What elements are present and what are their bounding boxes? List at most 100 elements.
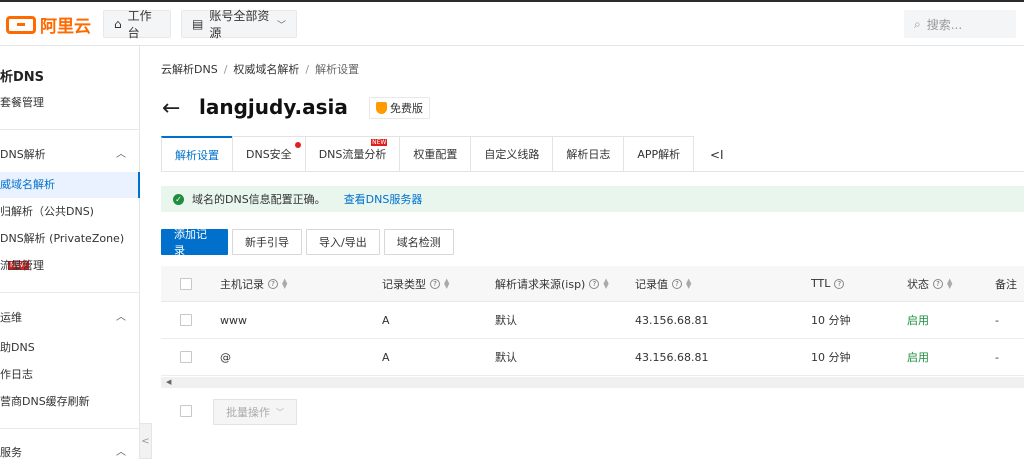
cell-note: - xyxy=(995,313,999,327)
breadcrumb-item[interactable]: 云解析DNS xyxy=(161,63,218,76)
records-table: 主机记录? ▲ ▼ 记录类型? ▲ ▼ 解析请求来源(isp)? ▲ ▼ 记录值? ▲ ▼ TT… xyxy=(161,266,1024,376)
resources-dropdown[interactable]: ▤ 账号全部资源 ﹀ xyxy=(181,9,297,40)
column-header-label: 状态 xyxy=(907,277,929,291)
cell-status: 启用 xyxy=(907,351,929,364)
sidebar-item-authoritative[interactable]: 威域名解析 xyxy=(0,172,140,198)
notification-dot xyxy=(294,142,301,148)
sidebar-item-label: DNS解析 (PrivateZone) xyxy=(0,232,125,245)
cell-isp: 默认 xyxy=(495,314,517,327)
tab-custom-line[interactable]: 自定义线路 xyxy=(470,136,553,172)
tab-dns-security[interactable]: DNS安全 xyxy=(232,136,305,172)
cell-value: 43.156.68.81 xyxy=(635,313,709,327)
workbench-button[interactable]: ⌂ 工作台 xyxy=(103,9,171,40)
sidebar-divider xyxy=(0,428,140,429)
tab-label: DNS流量分析 xyxy=(318,148,387,161)
add-record-button[interactable]: 添加记录 xyxy=(161,228,228,257)
tab-bar: 解析设置 DNS安全 DNS流量分析 NEW 权重配置 自定义线路 解析日志 AP… xyxy=(161,136,695,172)
cell-type: A xyxy=(382,350,390,364)
row-checkbox[interactable] xyxy=(180,339,192,375)
help-icon[interactable]: ? xyxy=(589,278,600,289)
help-icon[interactable]: ? xyxy=(672,278,682,289)
home-icon: ⌂ xyxy=(114,17,122,31)
record-toolbar: 添加记录 新手引导 导入/导出 域名检测 xyxy=(161,228,454,257)
sidebar-item-public-dns[interactable]: 归解析（公共DNS) xyxy=(0,199,140,225)
sidebar-group-dns[interactable]: DNS解析 ︿ xyxy=(0,142,140,168)
row-checkbox[interactable] xyxy=(180,302,192,338)
column-header-type: 记录类型? ▲ ▼ xyxy=(382,266,450,301)
sort-icon[interactable]: ▲ ▼ xyxy=(603,277,609,289)
sidebar-divider xyxy=(0,292,140,293)
tab-label: 自定义线路 xyxy=(484,148,540,161)
help-icon[interactable]: ? xyxy=(933,278,943,289)
sort-icon[interactable]: ▲ ▼ xyxy=(282,277,288,289)
check-circle-icon: ✓ xyxy=(173,193,184,205)
chevron-up-icon: ︿ xyxy=(116,149,126,160)
sidebar-item-cache-refresh[interactable]: 营商DNS缓存刷新 xyxy=(0,389,140,415)
sidebar-item-privatezone[interactable]: DNS解析 (PrivateZone)NEW xyxy=(0,226,140,270)
sidebar-group-ops[interactable]: 运维 ︿ xyxy=(0,305,140,331)
breadcrumb-current: 解析设置 xyxy=(315,63,360,76)
view-dns-servers-link[interactable]: 查看DNS服务器 xyxy=(344,191,423,207)
sidebar-divider xyxy=(0,129,140,130)
column-header-host[interactable]: 主机记录? ▲ ▼ xyxy=(220,266,288,301)
batch-select-checkbox[interactable] xyxy=(180,405,192,420)
back-arrow-icon[interactable]: ← xyxy=(162,96,180,121)
sort-icon[interactable]: ▲ ▼ xyxy=(947,277,953,289)
sidebar-collapse-button[interactable]: < xyxy=(140,423,152,459)
breadcrumb-item[interactable]: 权威域名解析 xyxy=(233,63,299,76)
shield-icon xyxy=(376,102,387,114)
workbench-label: 工作台 xyxy=(127,9,152,40)
tab-label: 权重配置 xyxy=(413,148,458,161)
search-icon: ⌕ xyxy=(914,16,921,31)
tab-weight-config[interactable]: 权重配置 xyxy=(399,136,471,172)
cell-ttl: 10 分钟 xyxy=(811,351,851,364)
sidebar-group-service[interactable]: 服务 ︿ xyxy=(0,440,140,466)
cell-host: @ xyxy=(220,350,231,364)
tab-label: APP解析 xyxy=(637,148,681,161)
success-alert: ✓ 域名的DNS信息配置正确。 查看DNS服务器 xyxy=(161,186,1024,212)
tab-label: DNS安全 xyxy=(246,148,292,161)
cell-note: - xyxy=(995,350,999,364)
tab-resolve-settings[interactable]: 解析设置 xyxy=(161,136,232,172)
sidebar-item-oplog[interactable]: 作日志 xyxy=(0,362,140,388)
tab-app-resolve[interactable]: APP解析 xyxy=(623,136,695,172)
sidebar-item-plan[interactable]: 套餐管理 xyxy=(0,90,140,116)
resources-label: 账号全部资源 xyxy=(209,9,270,40)
column-header-label: TTL xyxy=(811,277,831,290)
batch-operation-dropdown[interactable]: 批量操作 ﹀ xyxy=(213,399,297,425)
guide-button[interactable]: 新手引导 xyxy=(232,229,302,255)
plan-badge-label: 免费版 xyxy=(390,102,423,115)
help-icon[interactable]: ? xyxy=(834,278,845,289)
sidebar-group-label: 服务 xyxy=(0,446,22,459)
search-placeholder: 搜索... xyxy=(926,17,963,32)
tabs-scroll-left-button[interactable]: <I xyxy=(710,148,724,162)
sidebar-item-traffic[interactable]: 流量管理 xyxy=(0,253,140,279)
top-bar: 阿里云 ⌂ 工作台 ▤ 账号全部资源 ﹀ ⌕ 搜索... xyxy=(0,0,1024,46)
sidebar-group-label: DNS解析 xyxy=(0,148,46,161)
import-export-button[interactable]: 导入/导出 xyxy=(306,229,380,255)
column-header-label: 记录值 xyxy=(635,277,668,291)
server-icon: ▤ xyxy=(192,17,204,31)
horizontal-scrollbar[interactable]: ◀ xyxy=(161,377,1024,388)
new-badge: NEW xyxy=(371,139,388,146)
scroll-left-icon[interactable]: ◀ xyxy=(166,377,171,388)
breadcrumb: 云解析DNS / 权威域名解析 / 解析设置 xyxy=(161,61,359,77)
select-all-checkbox[interactable] xyxy=(180,266,192,301)
aliyun-logo[interactable]: 阿里云 xyxy=(6,12,91,37)
tab-resolve-log[interactable]: 解析日志 xyxy=(552,136,624,172)
sort-icon[interactable]: ▲ ▼ xyxy=(686,277,692,289)
column-header-note: 备注 xyxy=(995,277,1017,291)
chevron-up-icon: ︿ xyxy=(116,312,126,323)
sidebar-item-assist-dns[interactable]: 助DNS xyxy=(0,335,140,361)
cell-status: 启用 xyxy=(907,314,929,327)
column-header-label: 记录类型 xyxy=(382,277,426,291)
tab-divider xyxy=(161,171,1024,172)
tab-traffic-analysis[interactable]: DNS流量分析 NEW xyxy=(304,136,400,172)
help-icon[interactable]: ? xyxy=(430,278,440,289)
help-icon[interactable]: ? xyxy=(268,278,278,289)
search-input[interactable]: ⌕ 搜索... xyxy=(904,10,1016,38)
alert-message: 域名的DNS信息配置正确。 xyxy=(192,193,326,206)
domain-check-button[interactable]: 域名检测 xyxy=(383,229,454,255)
sort-icon[interactable]: ▲ ▼ xyxy=(444,277,450,289)
cell-host: www xyxy=(220,313,247,327)
